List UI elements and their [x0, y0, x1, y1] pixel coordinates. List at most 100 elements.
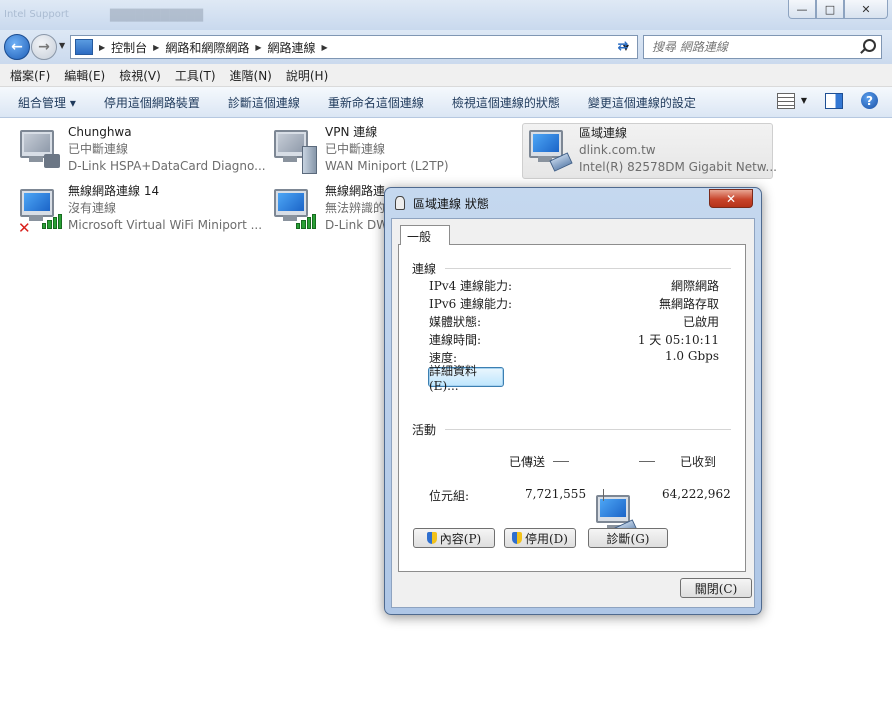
connection-status: 無法辨識的	[325, 201, 386, 215]
menu-tools[interactable]: 工具(T)	[175, 67, 216, 84]
chevron-right-icon[interactable]: ▶	[322, 43, 328, 52]
chevron-right-icon[interactable]: ▶	[153, 43, 159, 52]
activity-divider	[603, 489, 604, 501]
media-state-value: 已啟用	[682, 315, 719, 329]
organize-button[interactable]: 組合管理 ▾	[18, 94, 76, 111]
forward-arrow-icon[interactable]: →	[31, 34, 57, 60]
window-controls: — □ ✕	[788, 0, 888, 19]
menu-file[interactable]: 檔案(F)	[10, 67, 50, 84]
details-button[interactable]: 詳細資料(E)...	[428, 364, 504, 393]
duration-label: 連線時間:	[429, 333, 482, 347]
ipv6-value: 無網路存取	[658, 297, 719, 311]
change-settings-button[interactable]: 變更這個連線的設定	[588, 94, 696, 111]
diagnose-connection-button[interactable]: 診斷這個連線	[228, 94, 300, 111]
uac-shield-icon	[512, 532, 522, 544]
diagnose-button[interactable]: 診斷(G)	[588, 528, 668, 548]
connection-section-label: 連線	[412, 262, 437, 276]
ipv4-value: 網際網路	[670, 279, 719, 293]
network-adapter-icon	[272, 185, 316, 233]
connection-name: VPN 連線	[325, 125, 378, 139]
recent-pages-dropdown-icon[interactable]: ▼	[59, 41, 65, 50]
window-titlebar: Intel Support ███████████ — □ ✕	[0, 0, 892, 30]
disable-button[interactable]: 停用(D)	[504, 528, 576, 548]
connection-status: 沒有連線	[68, 201, 117, 215]
connection-name: 無線網路連線 14	[68, 184, 160, 198]
menu-bar: 檔案(F) 編輯(E) 檢視(V) 工具(T) 進階(N) 說明(H)	[0, 64, 892, 87]
connection-status-dialog: 區域連線 狀態 ✕ 一般 連線 IPv4 連線能力: 網際網路 IPv6 連線能…	[384, 187, 762, 615]
dialog-title: 區域連線 狀態	[413, 197, 489, 211]
back-arrow-icon[interactable]: ←	[4, 34, 30, 60]
view-status-button[interactable]: 檢視這個連線的狀態	[452, 94, 560, 111]
navigation-bar: ← → ▼ ▶ 控制台 ▶ 網路和網際網路 ▶ 網路連線 ▶ ▼ ⇄	[0, 30, 892, 64]
network-adapter-icon	[272, 126, 317, 174]
uac-shield-icon	[426, 532, 437, 544]
connection-status: dlink.com.tw	[579, 143, 656, 157]
connection-name: 區域連線	[579, 126, 628, 140]
close-window-button[interactable]: ✕	[844, 0, 888, 19]
connection-item-chunghwa[interactable]: Chunghwa 已中斷連線 D-Link HSPA+DataCard Diag…	[18, 124, 266, 178]
received-label: 已收到	[680, 455, 717, 469]
ipv6-label: IPv6 連線能力:	[429, 297, 513, 311]
view-controls: ▼ ?	[763, 92, 878, 109]
bytes-received-value: 64,222,962	[662, 487, 731, 501]
connection-icon	[395, 196, 405, 210]
speed-value: 1.0 Gbps	[664, 349, 719, 363]
bytes-label: 位元組:	[429, 489, 470, 503]
command-bar: 組合管理 ▾ 停用這個網路裝置 診斷這個連線 重新命名這個連線 檢視這個連線的狀…	[0, 87, 892, 118]
maximize-button[interactable]: □	[816, 0, 844, 19]
search-icon[interactable]	[863, 39, 876, 52]
server-icon	[302, 146, 317, 174]
media-state-label: 媒體狀態:	[429, 315, 482, 329]
network-adapter-icon: ✕	[18, 185, 62, 237]
connection-device: WAN Miniport (L2TP)	[325, 159, 449, 173]
help-icon[interactable]: ?	[861, 92, 878, 109]
dialog-close-action-button[interactable]: 關閉(C)	[680, 578, 752, 598]
tab-general[interactable]: 一般	[400, 225, 450, 245]
sent-label: 已傳送	[509, 455, 546, 469]
bytes-sent-value: 7,721,555	[525, 487, 587, 501]
connection-item-vpn[interactable]: VPN 連線 已中斷連線 WAN Miniport (L2TP)	[272, 124, 517, 178]
menu-edit[interactable]: 編輯(E)	[64, 67, 105, 84]
refresh-icon[interactable]: ⇄	[611, 35, 635, 57]
disable-button-label: 停用(D)	[525, 531, 568, 546]
connection-status: 已中斷連線	[325, 142, 386, 156]
rename-connection-button[interactable]: 重新命名這個連線	[328, 94, 424, 111]
background-window-title: Intel Support	[4, 9, 69, 20]
search-input[interactable]	[650, 37, 859, 57]
disable-device-button[interactable]: 停用這個網路裝置	[104, 94, 200, 111]
connection-device: Microsoft Virtual WiFi Miniport ...	[68, 218, 263, 232]
address-bar[interactable]: ▶ 控制台 ▶ 網路和網際網路 ▶ 網路連線 ▶ ▼	[70, 35, 638, 59]
properties-button-label: 內容(P)	[439, 531, 482, 546]
breadcrumb-network-connections[interactable]: 網路連線	[268, 39, 316, 56]
breadcrumb-control-panel[interactable]: 控制台	[111, 39, 147, 56]
duration-value: 1 天 05:10:11	[637, 333, 719, 347]
view-dropdown-icon[interactable]: ▼	[801, 96, 807, 105]
section-divider	[445, 429, 731, 430]
dialog-body: 一般 連線 IPv4 連線能力: 網際網路 IPv6 連線能力: 無網路存取 媒…	[391, 218, 755, 608]
wifi-signal-icon	[42, 214, 62, 229]
window-title: ███████████	[110, 9, 204, 22]
properties-button[interactable]: 內容(P)	[413, 528, 495, 548]
dialog-close-button[interactable]: ✕	[709, 189, 753, 208]
general-tab-panel: 連線 IPv4 連線能力: 網際網路 IPv6 連線能力: 無網路存取 媒體狀態…	[398, 244, 746, 572]
connection-name: 無線網路連	[325, 184, 386, 198]
connection-device: D-Link HSPA+DataCard Diagno...	[68, 159, 266, 173]
search-box[interactable]	[643, 35, 882, 59]
network-adapter-icon	[527, 126, 573, 174]
breadcrumb-network-internet[interactable]: 網路和網際網路	[165, 39, 249, 56]
ipv4-label: IPv4 連線能力:	[429, 279, 513, 293]
network-adapter-icon	[18, 126, 62, 174]
chevron-right-icon[interactable]: ▶	[99, 43, 105, 52]
change-view-icon[interactable]	[776, 92, 795, 109]
connection-item-local-area[interactable]: 區域連線 dlink.com.tw Intel(R) 82578DM Gigab…	[522, 123, 777, 179]
menu-view[interactable]: 檢視(V)	[119, 67, 161, 84]
preview-pane-icon[interactable]	[825, 92, 843, 109]
connection-item-wireless[interactable]: 無線網路連 無法辨識的 D-Link DW	[272, 183, 392, 237]
activity-section-label: 活動	[412, 423, 437, 437]
connection-device: Intel(R) 82578DM Gigabit Netw...	[579, 160, 777, 174]
menu-help[interactable]: 說明(H)	[286, 67, 328, 84]
minimize-button[interactable]: —	[788, 0, 816, 19]
menu-advanced[interactable]: 進階(N)	[230, 67, 272, 84]
chevron-right-icon[interactable]: ▶	[255, 43, 261, 52]
connection-item-wireless-14[interactable]: ✕ 無線網路連線 14 沒有連線 Microsoft Virtual WiFi …	[18, 183, 263, 237]
